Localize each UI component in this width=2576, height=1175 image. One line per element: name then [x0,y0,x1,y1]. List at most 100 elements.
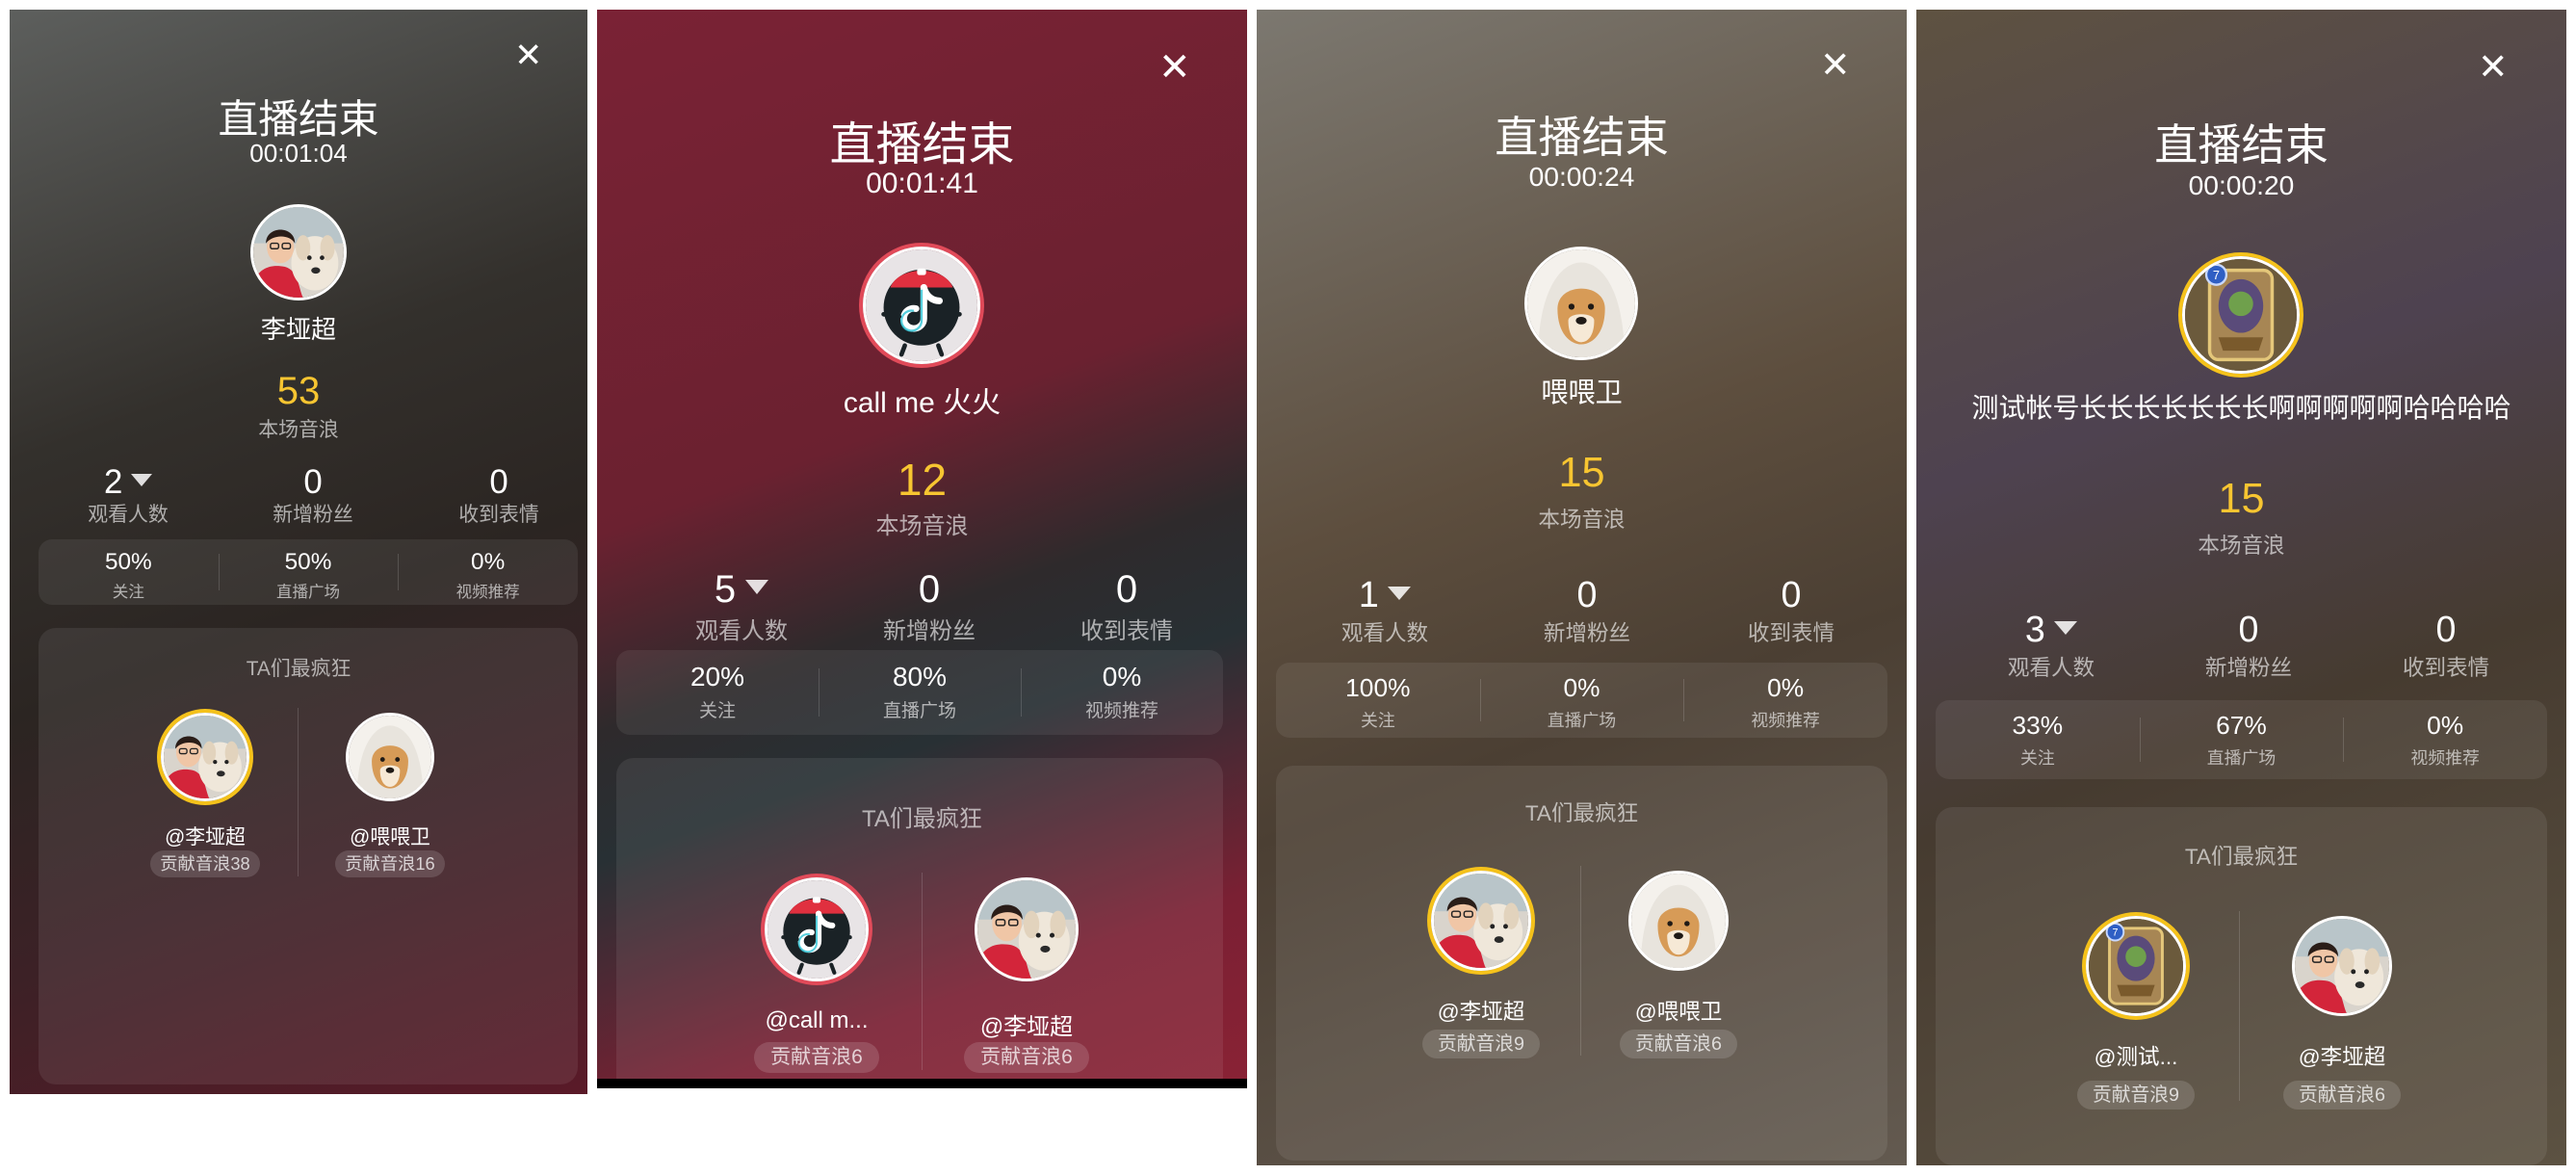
stat-0[interactable]: 5 观看人数 [655,568,828,645]
close-icon[interactable]: ✕ [1820,47,1851,84]
fan-avatar[interactable] [975,877,1079,981]
stat-label: 收到表情 [2402,655,2490,680]
divider [1683,679,1685,721]
live-end-screen: ✕ 直播结束 00:00:20 测试帐号长长长长长长长啊啊啊啊啊哈哈哈哈 15 本场音浪 3… [1916,10,2566,1165]
stat-value: 0 [226,463,400,502]
source-item: 0% 视频推荐 [1683,663,1887,738]
source-item: 0% 视频推荐 [1021,650,1223,735]
divider [298,708,299,877]
stat-number: 2 [103,462,123,501]
divider [2239,910,2240,1102]
stat-label: 观看人数 [695,618,788,644]
hearthstone-card-avatar-image [2089,919,2183,1013]
stat-0[interactable]: 2 观看人数 [41,463,215,528]
source-percent: 20% [690,662,745,692]
stat-value: 0 [412,463,585,502]
source-label: 关注 [698,701,736,722]
contribution-badge: 贡献音浪16 [335,850,445,877]
live-end-screen: ✕ 直播结束 00:01:04 李垭超 53 本场音浪 2 观看人数 0 新增粉丝 0 收到表情 50%… [10,10,587,1094]
stat-0[interactable]: 1 观看人数 [1298,574,1471,647]
page-title: 直播结束 [218,95,379,142]
chevron-down-icon[interactable] [745,580,769,595]
fan-name[interactable]: @李垭超 [1385,995,1577,1026]
fan-avatar[interactable] [765,877,869,981]
stat-number: 5 [714,568,737,611]
fan-name[interactable]: @call m... [720,1007,913,1034]
fan-name[interactable]: @李垭超 [930,1007,1123,1041]
stat-label: 新增粉丝 [1543,620,1631,645]
live-duration: 00:01:41 [866,168,978,199]
source-item: 33% 关注 [1936,700,2140,779]
divider [819,668,820,717]
live-duration: 00:01:04 [249,139,348,169]
traffic-source-box: 50% 关注 50% 直播广场 0% 视频推荐 [39,539,578,605]
stat-label: 观看人数 [88,504,169,527]
stat-2: 0 收到表情 [1704,574,1878,647]
total-yinlang-label: 本场音浪 [2198,533,2285,558]
source-percent: 0% [2427,711,2464,741]
stat-number: 0 [1576,574,1598,615]
traffic-source-box: 33% 关注 67% 直播广场 0% 视频推荐 [1936,700,2547,779]
source-item: 20% 关注 [616,650,819,735]
divider [1479,679,1481,721]
fan-name[interactable]: @测试... [2040,1040,2232,1071]
chevron-down-icon[interactable] [2054,620,2078,635]
stat-value: 5 [655,568,828,612]
total-yinlang-label: 本场音浪 [875,513,969,539]
stat-value: 0 [843,568,1016,612]
fan-avatar[interactable] [2086,916,2186,1016]
host-avatar[interactable] [250,204,347,300]
close-icon[interactable]: ✕ [1158,48,1191,87]
live-end-screen: ✕ 直播结束 00:00:24 喂喂卫 15 本场音浪 1 观看人数 0 新增粉丝 0 收到表情 100… [1257,10,1907,1165]
fan-avatar[interactable] [1628,871,1729,971]
divider [1579,865,1581,1057]
chevron-down-icon[interactable] [131,474,153,486]
host-avatar[interactable] [1524,247,1638,360]
fan-name[interactable]: @喂喂卫 [294,822,486,850]
close-icon[interactable]: ✕ [2478,49,2509,86]
contribution-badge: 贡献音浪9 [2076,1080,2196,1110]
stat-1: 0 新增粉丝 [226,463,400,528]
stat-number: 1 [1358,574,1379,615]
divider [1021,668,1022,717]
fan-name[interactable]: @李垭超 [109,822,301,850]
source-item: 100% 关注 [1276,663,1480,738]
source-label: 关注 [112,582,144,601]
fan-avatar[interactable] [346,713,434,801]
fan-name[interactable]: @喂喂卫 [1582,995,1775,1026]
stat-label: 收到表情 [1080,618,1173,644]
top-fans-card [39,628,578,1084]
stat-1: 0 新增粉丝 [1500,574,1674,647]
host-avatar[interactable] [863,247,980,364]
system-nav-bar [597,1079,1247,1088]
stat-number: 0 [489,462,508,501]
stat-1: 0 新增粉丝 [2162,609,2335,682]
stat-number: 0 [2238,609,2259,650]
source-label: 关注 [1360,710,1395,730]
stat-number: 0 [1115,568,1138,611]
fan-avatar[interactable] [1431,871,1531,971]
divider [2139,718,2141,762]
stat-number: 3 [2024,609,2045,650]
fan-name[interactable]: @李垭超 [2246,1040,2438,1071]
close-icon[interactable]: ✕ [514,39,542,73]
stat-label: 收到表情 [1747,620,1835,645]
person-with-dog-avatar-image [2295,919,2389,1013]
host-name: 李垭超 [260,315,337,345]
stat-2: 0 收到表情 [1040,568,1213,645]
live-end-screen: ✕ 直播结束 00:01:41 call me 火火 12 本场音浪 5 观看人数 0 新增粉丝 0… [597,10,1247,1088]
fan-avatar[interactable] [2292,916,2392,1016]
stat-value: 0 [2359,609,2533,650]
source-item: 0% 视频推荐 [2343,700,2547,779]
chevron-down-icon[interactable] [1388,586,1412,600]
stat-2: 0 收到表情 [2359,609,2533,682]
source-percent: 50% [104,548,152,575]
host-name: 测试帐号长长长长长长长啊啊啊啊啊哈哈哈哈 [1971,392,2511,423]
contribution-badge: 贡献音浪6 [1619,1029,1738,1059]
source-label: 直播广场 [1547,710,1617,730]
host-avatar[interactable] [2182,256,2300,374]
stat-0[interactable]: 3 观看人数 [1965,609,2138,682]
page-title: 直播结束 [2154,119,2329,170]
fan-avatar[interactable] [161,713,249,801]
source-percent: 0% [1563,672,1600,702]
